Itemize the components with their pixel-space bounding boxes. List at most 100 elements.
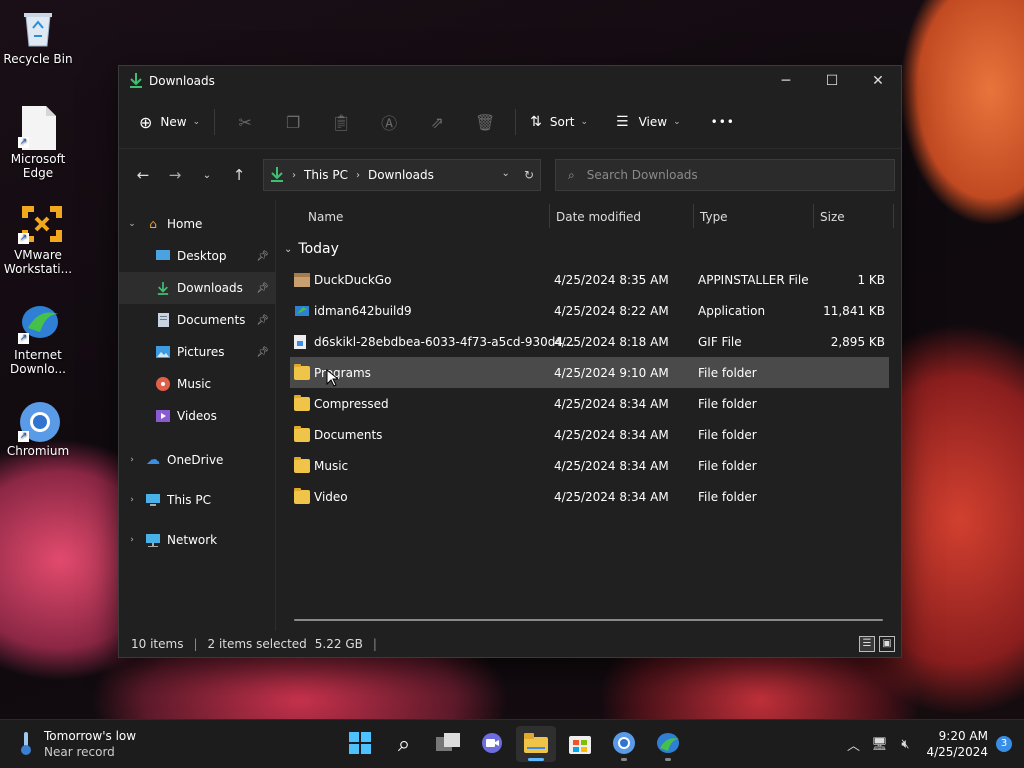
breadcrumb-this-pc[interactable]: This PC (304, 168, 348, 182)
sidebar-item-onedrive[interactable]: › ☁ OneDrive (119, 440, 275, 480)
file-date: 4/25/2024 8:34 AM (554, 396, 669, 411)
sidebar-item-label: Downloads (177, 281, 243, 295)
file-explorer-taskbar-button[interactable] (516, 726, 556, 762)
table-row[interactable]: Video 4/25/2024 8:34 AM File folder (290, 481, 889, 512)
desktop-icon-label: Microsoft Edge (10, 152, 66, 180)
column-headers: Name Date modified Type Size (276, 200, 901, 234)
chevron-right-icon[interactable]: › (119, 495, 145, 505)
desktop-icon-internet-download-manager[interactable]: ↗ Internet Downlo... (0, 302, 76, 376)
plus-circle-icon: ⊕ (139, 112, 153, 132)
table-row[interactable]: d6skikl-28ebdbea-6033-4f73-a5cd-930d4...… (290, 326, 889, 357)
column-header-size[interactable]: Size (820, 210, 845, 224)
search-input[interactable] (584, 167, 869, 183)
sort-button[interactable]: ⇅ Sort ⌄ (522, 106, 596, 138)
table-row[interactable]: Music 4/25/2024 8:34 AM File folder (290, 450, 889, 481)
table-row[interactable]: Programs 4/25/2024 9:10 AM File folder (290, 357, 889, 388)
chromium-taskbar-button[interactable] (604, 726, 644, 762)
view-button[interactable]: ☰ View ⌄ (608, 106, 689, 138)
recent-locations-button[interactable]: ⌄ (191, 170, 223, 181)
desktop-icon-vmware[interactable]: ↗ VMware Workstati... (0, 202, 76, 276)
forward-button[interactable]: → (159, 166, 191, 184)
table-row[interactable]: Documents 4/25/2024 8:34 AM File folder (290, 419, 889, 450)
chevron-right-icon[interactable]: › (119, 455, 145, 465)
volume-muted-icon[interactable]: 🔇︎ (892, 737, 918, 752)
column-header-name[interactable]: Name (308, 210, 343, 224)
back-button[interactable]: ← (127, 166, 159, 184)
share-icon[interactable]: ⇗ (413, 106, 461, 138)
sidebar-item-music[interactable]: Music (119, 368, 275, 400)
copy-icon[interactable]: ❐ (269, 106, 317, 138)
file-name: Video (314, 489, 348, 504)
file-type: Application (698, 303, 766, 318)
file-type: File folder (698, 396, 757, 411)
sidebar-item-downloads[interactable]: Downloads 📌︎ (119, 272, 275, 304)
delete-icon[interactable]: 🗑︎ (461, 106, 509, 138)
group-header-today[interactable]: ⌄ Today (276, 234, 901, 264)
file-name: Music (314, 458, 349, 473)
horizontal-scrollbar[interactable] (294, 619, 883, 621)
desktop-icon-chromium[interactable]: ↗ Chromium (0, 400, 76, 458)
weather-widget[interactable]: Tomorrow's low Near record (20, 728, 136, 760)
rename-icon[interactable]: Ⓐ (365, 106, 413, 138)
desktop-icon-recycle-bin[interactable]: Recycle Bin (0, 8, 76, 66)
notification-badge[interactable]: 3 (996, 736, 1012, 752)
cut-icon[interactable]: ✂ (221, 106, 269, 138)
toolbar-separator (515, 109, 517, 135)
more-options-button[interactable]: ••• (703, 106, 743, 138)
table-row[interactable]: Compressed 4/25/2024 8:34 AM File folder (290, 388, 889, 419)
up-button[interactable]: ↑ (223, 166, 255, 184)
clock[interactable]: 9:20 AM 4/25/2024 (926, 728, 988, 760)
idm-taskbar-button[interactable] (648, 726, 688, 762)
minimize-button[interactable]: ─ (763, 66, 809, 96)
maximize-button[interactable]: ☐ (809, 66, 855, 96)
table-row[interactable]: DuckDuckGo 4/25/2024 8:35 AM APPINSTALLE… (290, 264, 889, 295)
network-status-icon[interactable]: 🖥︎ (866, 737, 892, 752)
details-view-icon[interactable]: ☰ (859, 636, 875, 652)
chat-button[interactable] (472, 726, 512, 762)
store-button[interactable] (560, 726, 600, 762)
close-button[interactable]: ✕ (855, 66, 901, 96)
sidebar-item-videos[interactable]: Videos (119, 400, 275, 432)
breadcrumb-downloads[interactable]: Downloads (368, 168, 434, 182)
desktop-icon-microsoft-edge[interactable]: ↗ Microsoft Edge (0, 106, 76, 180)
paste-icon[interactable]: 📋︎ (317, 106, 365, 138)
pin-icon: 📌︎ (256, 250, 269, 262)
show-hidden-icons-chevron-icon[interactable]: ︿ (840, 735, 866, 754)
sidebar-item-documents[interactable]: Documents 📌︎ (119, 304, 275, 336)
column-header-date[interactable]: Date modified (556, 210, 641, 224)
task-view-button[interactable] (428, 726, 468, 762)
start-button[interactable] (340, 726, 380, 762)
desktop-icon-label: Chromium (6, 444, 70, 458)
taskbar: Tomorrow's low Near record ⌕ ︿ 🖥︎ 🔇︎ 9:2… (0, 719, 1024, 768)
title-bar[interactable]: Downloads ─ ☐ ✕ (119, 66, 901, 96)
sort-icon: ⇅ (530, 114, 542, 130)
chevron-down-icon: ⌄ (580, 117, 589, 127)
address-bar[interactable]: › This PC › Downloads ⌄ ↻ (263, 159, 541, 191)
search-box[interactable]: ⌕ (555, 159, 895, 191)
pictures-icon (155, 344, 171, 360)
file-name: Compressed (314, 396, 389, 411)
chevron-right-icon[interactable]: › (119, 535, 145, 545)
sidebar-item-pictures[interactable]: Pictures 📌︎ (119, 336, 275, 368)
sidebar-item-home[interactable]: ⌄ ⌂ Home (119, 208, 275, 240)
sidebar-item-network[interactable]: › Network (119, 520, 275, 560)
tiles-view-icon[interactable]: ▣ (879, 636, 895, 652)
selection-size: 5.22 GB (314, 637, 363, 651)
refresh-icon[interactable]: ↻ (524, 168, 534, 182)
sidebar-item-this-pc[interactable]: › This PC (119, 480, 275, 520)
column-header-type[interactable]: Type (700, 210, 728, 224)
task-view-icon (436, 732, 460, 756)
table-row[interactable]: idman642build9 4/25/2024 8:22 AM Applica… (290, 295, 889, 326)
sidebar-item-label: Pictures (177, 345, 225, 359)
taskbar-search-button[interactable]: ⌕ (384, 726, 424, 762)
system-tray: ︿ 🖥︎ 🔇︎ 9:20 AM 4/25/2024 3 (840, 720, 1024, 768)
weather-subtitle: Near record (44, 745, 115, 759)
breadcrumb-chevron-icon: › (292, 169, 296, 181)
address-dropdown-icon[interactable]: ⌄ (502, 168, 510, 182)
address-row: ← → ⌄ ↑ › This PC › Downloads ⌄ ↻ ⌕ (119, 149, 901, 201)
sidebar-item-desktop[interactable]: Desktop 📌︎ (119, 240, 275, 272)
desktop-icon-label: Recycle Bin (3, 52, 73, 66)
chevron-down-icon[interactable]: ⌄ (119, 219, 145, 229)
videos-icon (155, 408, 171, 424)
new-button[interactable]: ⊕ New ⌄ (131, 106, 208, 138)
